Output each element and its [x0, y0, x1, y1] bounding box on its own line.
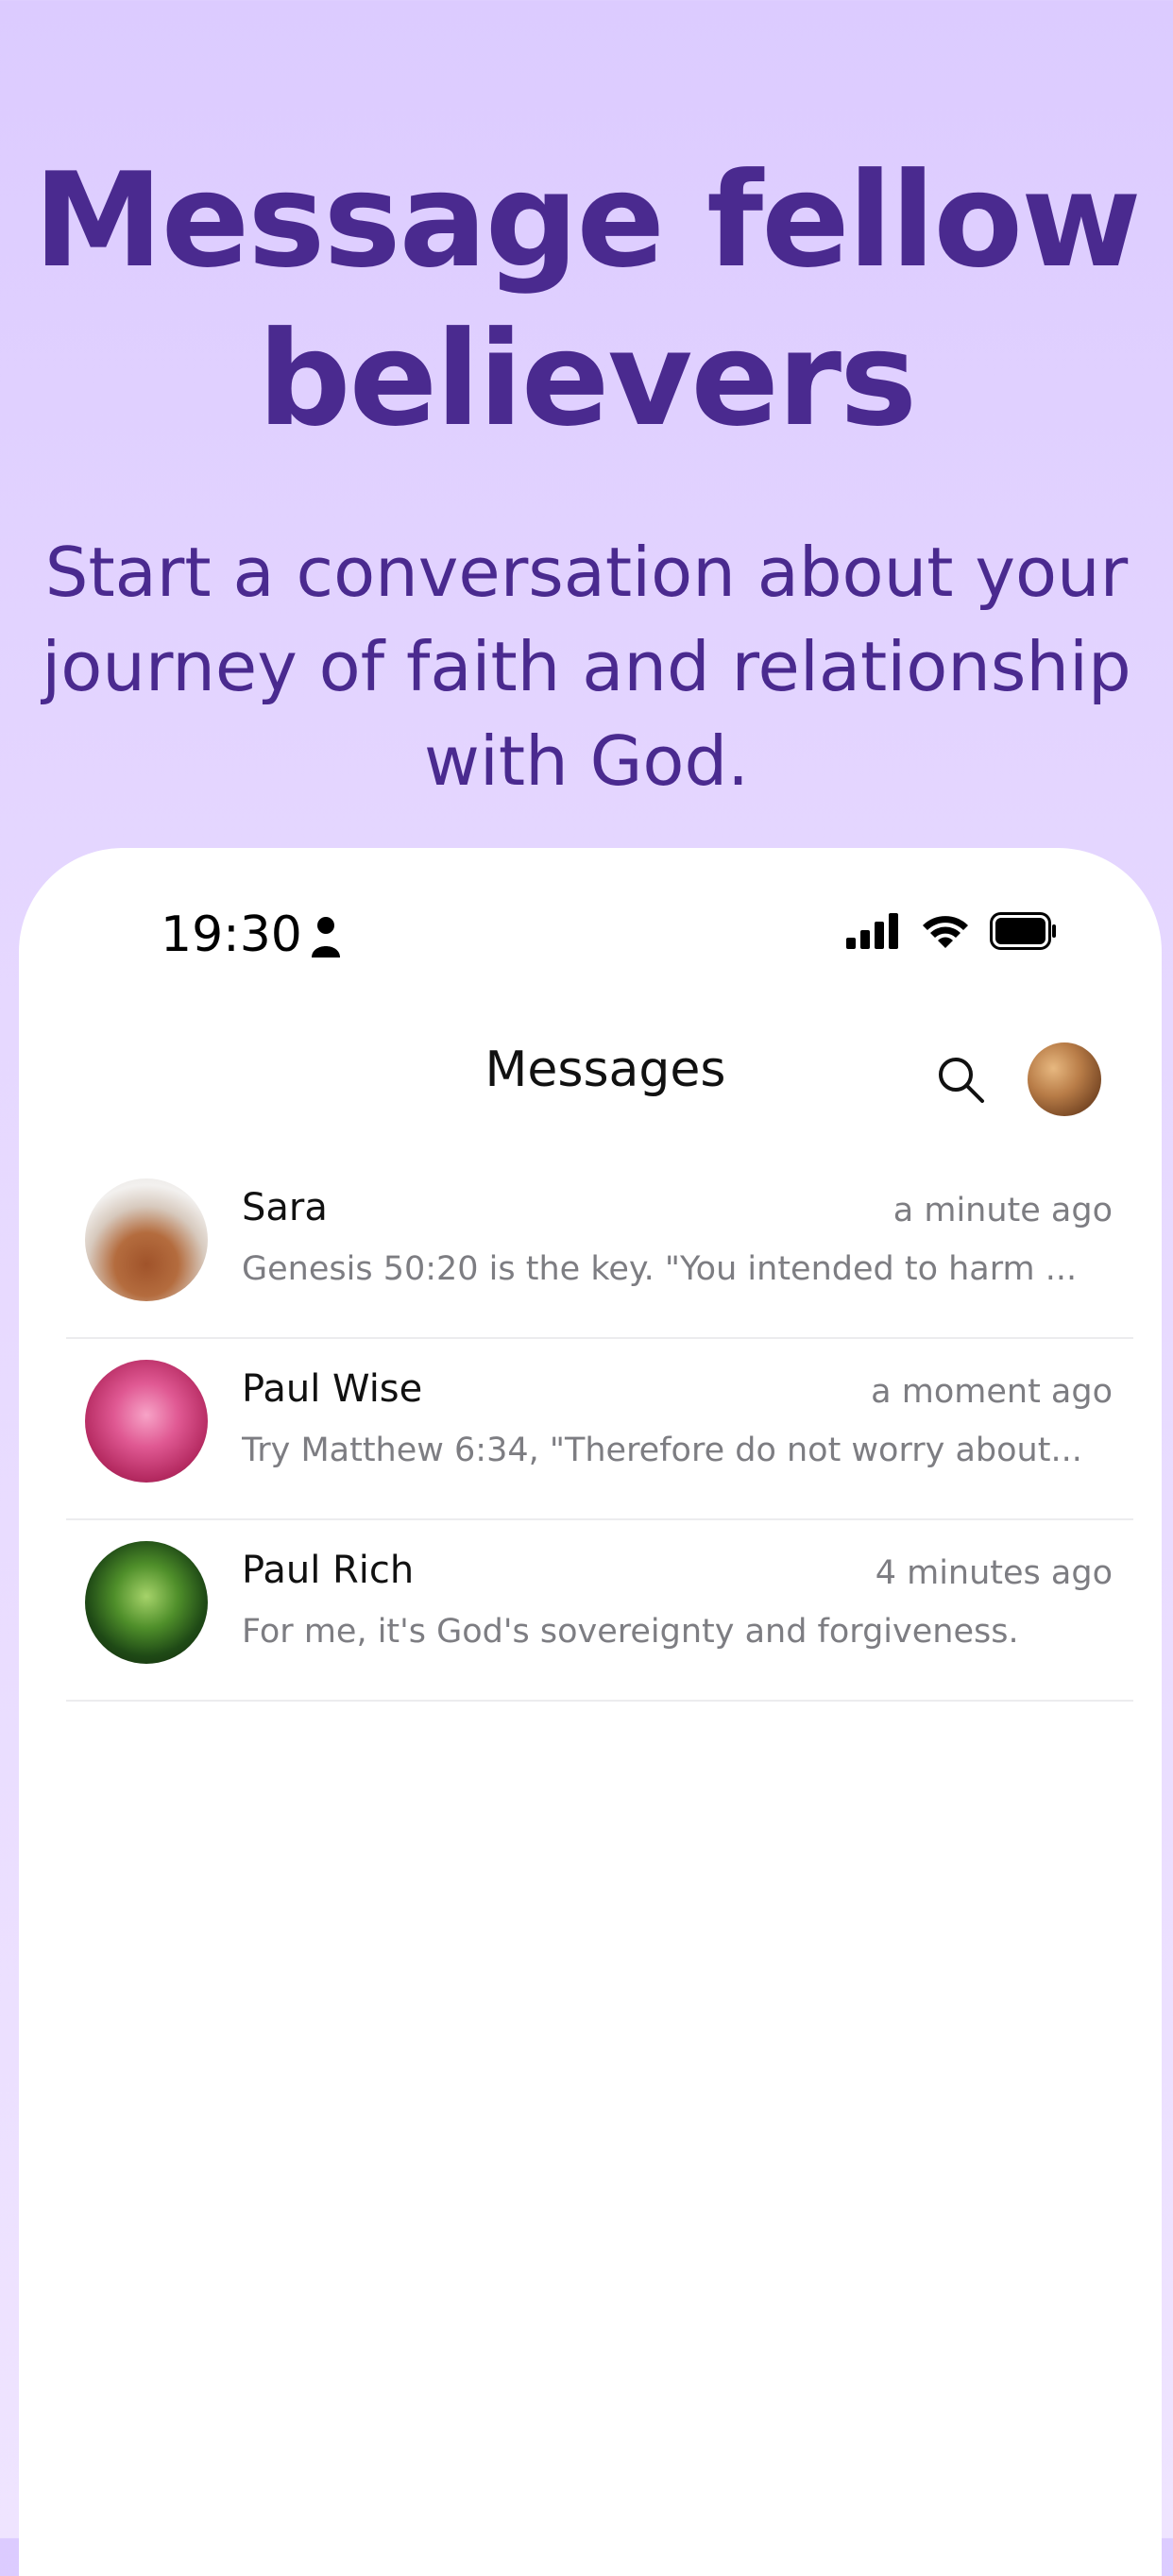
contact-name: Sara — [242, 1186, 328, 1229]
divider — [66, 1337, 1133, 1339]
avatar — [85, 1178, 208, 1301]
message-time: a moment ago — [871, 1373, 1113, 1411]
battery-icon — [990, 912, 1056, 950]
status-time: 19:30 — [161, 907, 302, 963]
nav-title: Messages — [484, 1042, 726, 1098]
contact-name: Paul Rich — [242, 1549, 415, 1592]
message-preview: Try Matthew 6:34, "Therefore do not worr… — [242, 1432, 1082, 1469]
message-preview: For me, it's God's sovereignty and forgi… — [242, 1613, 1019, 1651]
message-time: 4 minutes ago — [875, 1554, 1113, 1592]
search-icon[interactable] — [935, 1054, 986, 1105]
subheadline-line-3: with God. — [423, 721, 750, 801]
message-time: a minute ago — [892, 1192, 1113, 1229]
contact-name: Paul Wise — [242, 1367, 423, 1411]
divider — [66, 1700, 1133, 1702]
conversation-row[interactable]: Paul Rich 4 minutes ago For me, it's God… — [19, 1522, 1162, 1702]
subheadline-line-1: Start a conversation about your — [44, 533, 1129, 612]
person-icon — [312, 917, 340, 958]
subheadline-line-2: journey of faith and relationship — [42, 627, 1131, 706]
avatar — [85, 1541, 208, 1664]
divider — [66, 1518, 1133, 1520]
phone-screen: 19:30 Messages Sara a minute ago Genesis… — [19, 848, 1162, 2576]
headline-line-2: believers — [257, 303, 917, 455]
headline-line-1: Message fellow — [33, 144, 1141, 297]
message-preview: Genesis 50:20 is the key. "You intended … — [242, 1250, 1078, 1288]
conversation-row[interactable]: Sara a minute ago Genesis 50:20 is the k… — [19, 1160, 1162, 1339]
profile-avatar[interactable] — [1028, 1042, 1101, 1116]
headline: Message fellow believers — [0, 142, 1173, 459]
avatar — [85, 1360, 208, 1483]
conversation-row[interactable]: Paul Wise a moment ago Try Matthew 6:34,… — [19, 1341, 1162, 1520]
status-icons — [846, 912, 1058, 950]
cellular-signal-icon — [846, 913, 898, 949]
wifi-icon — [923, 916, 968, 948]
subheadline: Start a conversation about your journey … — [38, 525, 1135, 808]
